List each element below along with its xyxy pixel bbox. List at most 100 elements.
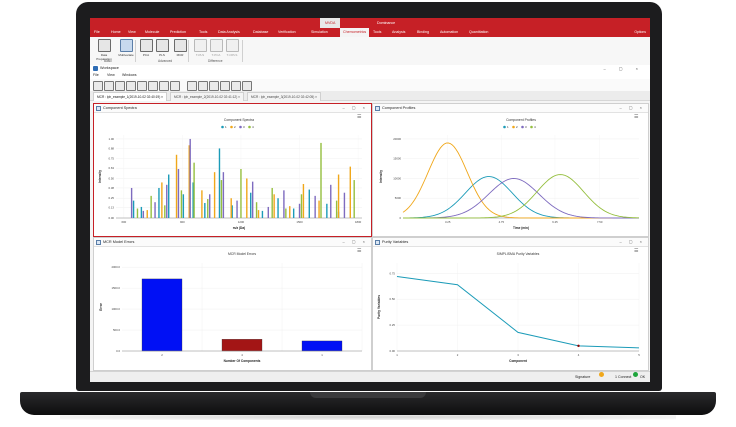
legend-label-3: 3 bbox=[525, 125, 527, 129]
chart-icon[interactable] bbox=[220, 81, 230, 91]
component-spectra-chart: Component Spectra 1 2 3 4 0.00 0.13 0.25 0.38 0.5… bbox=[98, 118, 362, 230]
ribbon-tab-chemometrics[interactable]: Chemometrics bbox=[340, 28, 370, 37]
doc-tab-1[interactable]: MCR : lph_example_1(2019-10-02 02:40:19)… bbox=[93, 92, 168, 101]
options-link[interactable]: Options bbox=[634, 28, 646, 37]
panel-component-profiles[interactable]: Component Profiles – ▢ × ☰ Component Pro… bbox=[372, 103, 649, 237]
frame-icon[interactable] bbox=[104, 81, 114, 91]
connect-status[interactable]: 1 Connect bbox=[615, 372, 631, 382]
purity-variables-chart: SIMPLISMA Purity Variables 0.00 0.25 0.50 0.… bbox=[377, 252, 640, 363]
doc-tab-2[interactable]: MCR : lph_example_2(2019-10-02 02:41:12)… bbox=[170, 92, 245, 101]
ribbon-separator bbox=[135, 40, 136, 62]
ribbon-tab-quantitation[interactable]: Quantitation bbox=[469, 28, 488, 37]
legend-label-2: 2 bbox=[234, 125, 236, 129]
panel-title: MCR Model Errors bbox=[103, 240, 135, 244]
ribbon-tab-file[interactable]: File bbox=[94, 28, 100, 37]
panel-window-controls[interactable]: – ▢ × bbox=[619, 104, 645, 112]
y-tick-label: 0.00 bbox=[390, 349, 396, 353]
laptop-shadow bbox=[60, 414, 676, 420]
workspace-menu-windows[interactable]: Windows bbox=[122, 72, 137, 79]
ribbon-button-label: T-PCA bbox=[211, 53, 221, 57]
y-axis-label: Intensity bbox=[379, 170, 383, 183]
image-icon[interactable] bbox=[209, 81, 219, 91]
ribbon-tab-tools[interactable]: Tools bbox=[199, 28, 207, 37]
chart-title: MCR Model Errors bbox=[228, 252, 256, 256]
spectrum-bar-series-4 bbox=[207, 199, 209, 218]
chart-icon bbox=[96, 105, 101, 111]
spectrum-bar-series-4 bbox=[164, 205, 166, 218]
spectrum-bar-series-3 bbox=[177, 168, 180, 218]
legend-label-3: 3 bbox=[243, 125, 245, 129]
spectrum-bar-series-4 bbox=[271, 187, 273, 218]
spectrum-bar-series-3 bbox=[142, 210, 145, 218]
workspace-window-controls[interactable]: – ▢ × bbox=[603, 65, 644, 72]
ribbon-button-t-opls[interactable]: T-OPLS bbox=[222, 39, 242, 57]
mcr-model-errors-chart: MCR Model Errors 0.0 500.0 1000.0 1500.0 2000… bbox=[99, 252, 363, 363]
ribbon-tab-tools[interactable]: Tools bbox=[373, 28, 381, 37]
y-tick-label: 0.50 bbox=[390, 297, 396, 301]
signature-status[interactable]: Signature bbox=[575, 372, 590, 382]
export-icon[interactable] bbox=[198, 81, 208, 91]
y-tick-label: 10000 bbox=[393, 176, 401, 180]
ribbon-button-multivariate[interactable]: Multivariate bbox=[116, 39, 136, 57]
context-tab-dominance[interactable]: Dominance bbox=[373, 18, 399, 28]
purity-point-highlight bbox=[577, 344, 580, 348]
axis-icon[interactable] bbox=[137, 81, 147, 91]
window-icon[interactable] bbox=[231, 81, 241, 91]
ribbon-tab-simulation[interactable]: Simulation bbox=[311, 28, 328, 37]
ribbon-tab-automation[interactable]: Automation bbox=[440, 28, 458, 37]
panel-mcr-model-errors[interactable]: MCR Model Errors – ▢ × ☰ MCR Model Error… bbox=[93, 237, 372, 371]
panel-window-controls[interactable]: – ▢ × bbox=[342, 104, 368, 112]
ribbon-tab-analysis[interactable]: Analysis bbox=[392, 28, 405, 37]
ribbon-tab-data-analysis[interactable]: Data Analysis bbox=[218, 28, 240, 37]
doc-tab-3[interactable]: MCR : lph_example_3(2019-10-02 02:42:05)… bbox=[247, 92, 322, 101]
spectrum-bar-series-2 bbox=[161, 182, 163, 218]
ribbon-button-label: T-PLS bbox=[195, 53, 205, 57]
error-bar-1 bbox=[301, 340, 343, 352]
ribbon-tab-home[interactable]: Home bbox=[111, 28, 121, 37]
multivariate-icon bbox=[119, 39, 133, 52]
y-tick-label: 1500.0 bbox=[111, 286, 120, 290]
spectrum-bar-series-4 bbox=[255, 202, 258, 218]
spectrum-bar-series-3 bbox=[251, 181, 254, 218]
spectrum-bar-series-3 bbox=[154, 202, 156, 218]
data-preparation-icon bbox=[97, 39, 111, 52]
ribbon-button-pls[interactable]: PLS bbox=[152, 39, 172, 57]
panel-component-spectra[interactable]: Component Spectra – ▢ × ☰ Component Spec… bbox=[93, 103, 372, 237]
zoom-icon[interactable] bbox=[126, 81, 136, 91]
panel-window-controls[interactable]: – ▢ × bbox=[619, 238, 645, 246]
ribbon-tab-database[interactable]: Database bbox=[253, 28, 268, 37]
scale-icon[interactable] bbox=[93, 81, 103, 91]
spectrum-bar-series-4 bbox=[300, 194, 303, 218]
spectrum-bar-series-2 bbox=[349, 166, 351, 218]
ribbon-tab-verification[interactable]: Verification bbox=[278, 28, 296, 37]
panel-purity-variables[interactable]: Purity Variables – ▢ × ☰ SIMPLISMA Purit… bbox=[372, 237, 649, 371]
workspace-menu-file[interactable]: File bbox=[93, 72, 99, 79]
y-tick-label: 0.0 bbox=[116, 349, 120, 353]
y-tick-label: 0 bbox=[399, 216, 401, 220]
ribbon-button-mcr[interactable]: MCR bbox=[170, 39, 190, 57]
t-opls-icon bbox=[225, 39, 239, 52]
ribbon-tab-binding[interactable]: Binding bbox=[417, 28, 429, 37]
y-tick-label: 1.00 bbox=[109, 137, 115, 141]
ribbon-tab-molecule[interactable]: Molecule bbox=[145, 28, 159, 37]
x-tick-label: 4 bbox=[578, 353, 580, 357]
t-pca-icon bbox=[209, 39, 223, 52]
pie-icon[interactable] bbox=[115, 81, 125, 91]
lines-icon[interactable] bbox=[148, 81, 158, 91]
ribbon-group-label: Basic bbox=[104, 59, 112, 63]
panel-window-controls[interactable]: – ▢ × bbox=[342, 238, 368, 246]
x-tick-label: 5 bbox=[638, 353, 640, 357]
y-tick-label: 1000.0 bbox=[111, 307, 120, 311]
y-tick-label: 0.75 bbox=[390, 271, 396, 275]
grid-icon[interactable] bbox=[242, 81, 252, 91]
ribbon-button-data-preparation[interactable]: Data Preparation bbox=[94, 39, 114, 61]
legend-marker-4 bbox=[248, 125, 251, 129]
spectrum-bar-series-3 bbox=[330, 184, 332, 218]
workspace-menu-view[interactable]: View bbox=[107, 72, 115, 79]
trash-icon[interactable] bbox=[187, 81, 197, 91]
ribbon-tab-view[interactable]: View bbox=[128, 28, 136, 37]
sort-icon[interactable] bbox=[159, 81, 169, 91]
list-icon[interactable] bbox=[170, 81, 180, 91]
ribbon-tab-prediction[interactable]: Prediction bbox=[170, 28, 186, 37]
spectrum-bar-series-3 bbox=[189, 138, 191, 218]
